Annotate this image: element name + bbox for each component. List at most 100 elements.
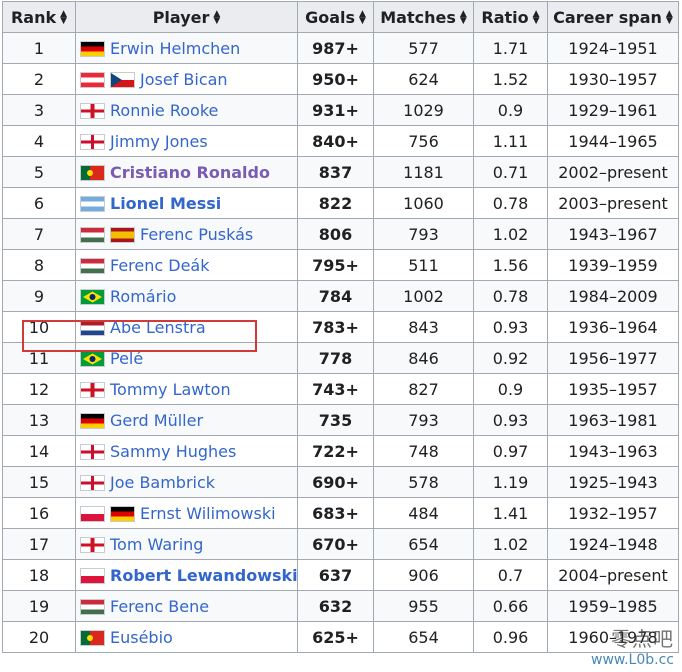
- goals-cell: 795+: [297, 249, 374, 281]
- flag-brazil-icon: [80, 288, 105, 305]
- ratio-cell: 1.02: [473, 218, 548, 250]
- flag-germany-icon: [80, 40, 105, 57]
- flag-portugal-icon: [80, 164, 105, 181]
- header-ratio[interactable]: Ratio ▲ ▼: [473, 1, 548, 33]
- career-span-cell: 1984–2009: [547, 280, 679, 312]
- player-cell: Jimmy Jones: [75, 125, 298, 157]
- header-career-span[interactable]: Career span ▲ ▼: [547, 1, 679, 33]
- career-span-cell: 1956–1977: [547, 342, 679, 374]
- matches-cell: 955: [373, 590, 474, 622]
- rank-cell: 14: [2, 435, 76, 467]
- player-link[interactable]: Sammy Hughes: [110, 442, 236, 461]
- player-link[interactable]: Erwin Helmchen: [110, 39, 240, 58]
- sort-icon[interactable]: ▲ ▼: [359, 10, 366, 26]
- player-link[interactable]: Robert Lewandowski: [110, 566, 297, 585]
- matches-cell: 654: [373, 528, 474, 560]
- watermark-url: www.L0b.cc: [591, 652, 674, 668]
- ratio-cell: 1.19: [473, 466, 548, 498]
- sort-icon[interactable]: ▲ ▼: [60, 10, 67, 26]
- flag-czechia-icon: [110, 71, 135, 88]
- career-span-cell: 1925–1943: [547, 466, 679, 498]
- flag-germany-icon: [80, 412, 105, 429]
- matches-cell: 748: [373, 435, 474, 467]
- table-row: 18 Robert Lewandowski 637 906 0.7 2004–presen…: [2, 559, 679, 591]
- career-span-cell: 2003–present: [547, 187, 679, 219]
- sort-icon[interactable]: ▲ ▼: [460, 10, 467, 26]
- player-link[interactable]: Lionel Messi: [110, 194, 221, 213]
- header-player[interactable]: Player ▲ ▼: [75, 1, 298, 33]
- sort-icon[interactable]: ▲ ▼: [533, 10, 540, 26]
- player-link[interactable]: Ferenc Puskás: [140, 225, 253, 244]
- flag-poland-icon: [80, 505, 105, 522]
- player-link[interactable]: Cristiano Ronaldo: [110, 163, 270, 182]
- flag-poland-icon: [80, 567, 105, 584]
- player-link[interactable]: Pelé: [110, 349, 143, 368]
- flag-netherlands-icon: [80, 319, 105, 336]
- player-link[interactable]: Gerd Müller: [110, 411, 203, 430]
- flag-hungary-icon: [80, 598, 105, 615]
- player-cell: Ferenc Bene: [75, 590, 298, 622]
- player-cell: Romário: [75, 280, 298, 312]
- goals-cell: 683+: [297, 497, 374, 529]
- player-link[interactable]: Abe Lenstra: [110, 318, 206, 337]
- player-link[interactable]: Eusébio: [110, 628, 173, 647]
- ratio-cell: 0.93: [473, 311, 548, 343]
- flag-spain-icon: [110, 226, 135, 243]
- ratio-cell: 1.41: [473, 497, 548, 529]
- ratio-cell: 0.97: [473, 435, 548, 467]
- sort-icon[interactable]: ▲ ▼: [666, 10, 673, 26]
- flag-england-icon: [80, 381, 105, 398]
- matches-cell: 846: [373, 342, 474, 374]
- goals-cell: 625+: [297, 621, 374, 653]
- player-cell: Tommy Lawton: [75, 373, 298, 405]
- player-link[interactable]: Ferenc Deák: [110, 256, 210, 275]
- table-row: 7 Ferenc Puskás 806 793 1.02 1943–1967: [2, 218, 679, 250]
- flag-portugal-icon: [80, 629, 105, 646]
- player-cell: Josef Bican: [75, 63, 298, 95]
- flag-germany-icon: [110, 505, 135, 522]
- rank-cell: 19: [2, 590, 76, 622]
- player-link[interactable]: Josef Bican: [140, 70, 228, 89]
- player-link[interactable]: Jimmy Jones: [110, 132, 208, 151]
- header-rank[interactable]: Rank ▲ ▼: [2, 1, 76, 33]
- ratio-cell: 0.66: [473, 590, 548, 622]
- goals-cell: 632: [297, 590, 374, 622]
- player-link[interactable]: Tommy Lawton: [110, 380, 231, 399]
- matches-cell: 578: [373, 466, 474, 498]
- player-link[interactable]: Joe Bambrick: [110, 473, 215, 492]
- rank-cell: 4: [2, 125, 76, 157]
- ratio-cell: 0.9: [473, 94, 548, 126]
- header-goals[interactable]: Goals ▲ ▼: [297, 1, 374, 33]
- goalscorers-table: Rank ▲ ▼ Player ▲ ▼ Goals ▲ ▼ Matches ▲ ▼ Ratio ▲…: [2, 1, 679, 653]
- rank-cell: 16: [2, 497, 76, 529]
- table-row: 17 Tom Waring 670+ 654 1.02 1924–1948: [2, 528, 679, 560]
- rank-cell: 3: [2, 94, 76, 126]
- table-row: 19 Ferenc Bene 632 955 0.66 1959–1985: [2, 590, 679, 622]
- career-span-cell: 1924–1951: [547, 32, 679, 64]
- ratio-cell: 1.11: [473, 125, 548, 157]
- table-row: 20 Eusébio 625+ 654 0.96 1960–1978: [2, 621, 679, 653]
- flag-austria-icon: [80, 71, 105, 88]
- sort-icon[interactable]: ▲ ▼: [213, 10, 220, 26]
- rank-cell: 15: [2, 466, 76, 498]
- player-cell: Robert Lewandowski: [75, 559, 298, 591]
- career-span-cell: 1944–1965: [547, 125, 679, 157]
- table-row: 10 Abe Lenstra 783+ 843 0.93 1936–1964: [2, 311, 679, 343]
- player-cell: Sammy Hughes: [75, 435, 298, 467]
- table-row: 1 Erwin Helmchen 987+ 577 1.71 1924–1951: [2, 32, 679, 64]
- player-cell: Ferenc Puskás: [75, 218, 298, 250]
- rank-cell: 10: [2, 311, 76, 343]
- player-link[interactable]: Ferenc Bene: [110, 597, 209, 616]
- rank-cell: 8: [2, 249, 76, 281]
- ratio-cell: 0.93: [473, 404, 548, 436]
- header-matches[interactable]: Matches ▲ ▼: [373, 1, 474, 33]
- ratio-cell: 0.71: [473, 156, 548, 188]
- goals-cell: 690+: [297, 466, 374, 498]
- player-link[interactable]: Ernst Wilimowski: [140, 504, 276, 523]
- player-link[interactable]: Romário: [110, 287, 176, 306]
- table-row: 9 Romário 784 1002 0.78 1984–2009: [2, 280, 679, 312]
- player-link[interactable]: Tom Waring: [110, 535, 203, 554]
- flag-northern-ireland-icon: [80, 474, 105, 491]
- player-link[interactable]: Ronnie Rooke: [110, 101, 218, 120]
- rank-cell: 11: [2, 342, 76, 374]
